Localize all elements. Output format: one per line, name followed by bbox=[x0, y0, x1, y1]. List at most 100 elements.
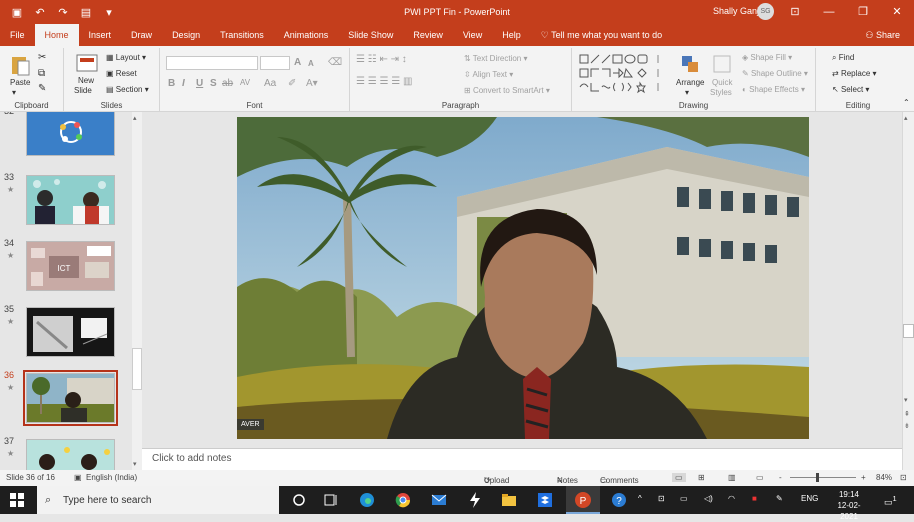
shape-effects-button[interactable]: ◐ Shape Effects ▾ bbox=[742, 85, 805, 94]
quick-styles-label-1[interactable]: Quick bbox=[712, 78, 732, 87]
language-indicator[interactable]: English (India) bbox=[86, 473, 137, 482]
tell-me-search[interactable]: ♡ Tell me what you want to do bbox=[541, 24, 662, 46]
chrome-icon[interactable] bbox=[394, 491, 412, 509]
layout-button[interactable]: ▦ Layout ▾ bbox=[106, 53, 146, 62]
underline-button[interactable]: U bbox=[196, 78, 203, 89]
zoom-level[interactable]: 84% bbox=[876, 473, 892, 482]
char-spacing-button[interactable]: AV bbox=[240, 78, 250, 87]
wifi-icon[interactable]: ◠ bbox=[728, 494, 735, 503]
cut-icon[interactable]: ✂ bbox=[38, 52, 46, 63]
current-slide[interactable]: AVER bbox=[237, 117, 809, 439]
italic-button[interactable]: I bbox=[182, 78, 185, 89]
slideshow-icon[interactable]: ▭ bbox=[756, 473, 764, 482]
tab-file[interactable]: File bbox=[0, 24, 35, 46]
next-slide-icon[interactable]: ⇟ bbox=[904, 422, 910, 430]
paste-dropdown-icon[interactable]: ▾ bbox=[12, 88, 16, 97]
maximize-button[interactable]: ❐ bbox=[846, 0, 880, 24]
highlight-icon[interactable]: ✐ bbox=[288, 78, 296, 89]
copy-icon[interactable]: ⧉ bbox=[38, 68, 45, 79]
previous-slide-icon[interactable]: ⇞ bbox=[904, 410, 910, 418]
dropbox-icon[interactable] bbox=[536, 491, 554, 509]
strikethrough-button[interactable]: ab bbox=[222, 78, 233, 89]
powerpoint-taskbar-button[interactable]: P bbox=[566, 486, 600, 514]
change-case-button[interactable]: Aa bbox=[264, 78, 276, 89]
lightning-app-icon[interactable] bbox=[466, 491, 484, 509]
arrange-icon[interactable] bbox=[680, 54, 702, 76]
thumbnail-image[interactable] bbox=[26, 112, 115, 156]
close-button[interactable]: ✕ bbox=[880, 0, 914, 24]
thumbnail-image-selected[interactable] bbox=[23, 370, 118, 426]
tab-animations[interactable]: Animations bbox=[274, 24, 339, 46]
thumbnails-scrollbar[interactable]: ▴ ▾ bbox=[132, 112, 142, 470]
scroll-up-icon[interactable]: ▴ bbox=[133, 114, 137, 122]
font-color-icon[interactable]: A▾ bbox=[306, 78, 318, 89]
volume-icon[interactable]: ◁) bbox=[704, 494, 713, 503]
bullets-icon[interactable]: ☰ ☷ ⇤ ⇥ ↕ bbox=[356, 54, 407, 65]
file-explorer-icon[interactable] bbox=[500, 491, 518, 509]
find-button[interactable]: ⌕ Find bbox=[832, 53, 854, 63]
scroll-up-icon[interactable]: ▴ bbox=[904, 114, 908, 122]
align-icons[interactable]: ☰ ☰ ☰ ☰ ▥ bbox=[356, 76, 412, 87]
format-painter-icon[interactable]: ✎ bbox=[38, 83, 46, 94]
font-name-combo[interactable] bbox=[166, 56, 258, 70]
ribbon-display-icon[interactable]: ⊡ bbox=[778, 0, 812, 24]
normal-view-icon[interactable]: ▭ bbox=[672, 473, 686, 482]
tab-slide-show[interactable]: Slide Show bbox=[338, 24, 403, 46]
fit-slide-icon[interactable]: ⊡ bbox=[900, 473, 907, 482]
bold-button[interactable]: B bbox=[168, 78, 175, 89]
zoom-slider[interactable] bbox=[790, 477, 856, 478]
avatar[interactable]: SG bbox=[757, 3, 774, 20]
scroll-down-icon[interactable]: ▾ bbox=[133, 460, 137, 468]
thumbnail-image[interactable] bbox=[26, 175, 115, 225]
tab-help[interactable]: Help bbox=[492, 24, 531, 46]
zoom-in-button[interactable]: + bbox=[861, 473, 866, 482]
tab-home[interactable]: Home bbox=[34, 24, 79, 46]
windows-start-icon[interactable] bbox=[10, 493, 24, 507]
tab-insert[interactable]: Insert bbox=[79, 24, 122, 46]
new-slide-label-1[interactable]: New bbox=[78, 76, 94, 85]
tab-draw[interactable]: Draw bbox=[121, 24, 162, 46]
shrink-font-button[interactable]: A bbox=[308, 59, 314, 68]
taskbar-search[interactable]: ⌕ Type here to search bbox=[37, 486, 279, 514]
thumbnail-image[interactable] bbox=[26, 439, 115, 470]
select-button[interactable]: ↖ Select ▾ bbox=[832, 85, 869, 94]
shape-fill-button[interactable]: ◈ Shape Fill ▾ bbox=[742, 53, 792, 62]
meet-now-icon[interactable]: ⊡ bbox=[658, 494, 665, 503]
edge-icon[interactable] bbox=[358, 491, 376, 509]
section-button[interactable]: ▤ Section ▾ bbox=[106, 85, 149, 94]
show-hidden-icons[interactable]: ^ bbox=[638, 494, 642, 503]
reset-button[interactable]: ▣ Reset bbox=[106, 69, 137, 78]
font-size-combo[interactable] bbox=[260, 56, 290, 70]
quick-styles-label-2[interactable]: Styles bbox=[710, 88, 732, 97]
antivirus-icon[interactable]: ■ bbox=[752, 494, 757, 503]
align-text-button[interactable]: ⇳ Align Text ▾ bbox=[464, 70, 513, 79]
new-slide-label-2[interactable]: Slide bbox=[74, 86, 92, 95]
new-slide-icon[interactable] bbox=[76, 54, 98, 72]
minimize-button[interactable]: — bbox=[812, 0, 846, 24]
tab-transitions[interactable]: Transitions bbox=[210, 24, 274, 46]
network-icon[interactable]: ▭ bbox=[680, 494, 688, 503]
shapes-gallery[interactable] bbox=[578, 52, 670, 94]
paste-button[interactable]: Paste bbox=[10, 78, 30, 87]
reading-view-icon[interactable]: ▥ bbox=[728, 473, 736, 482]
tab-review[interactable]: Review bbox=[403, 24, 453, 46]
clock[interactable]: 19:14 12-02-2021 bbox=[832, 489, 866, 522]
language-indicator[interactable]: ENG bbox=[801, 494, 818, 503]
thumbnails-scroll-thumb[interactable] bbox=[132, 348, 142, 390]
shape-outline-button[interactable]: ✎ Shape Outline ▾ bbox=[742, 69, 808, 78]
slide-sorter-icon[interactable]: ⊞ bbox=[698, 473, 705, 482]
pen-workspace-icon[interactable]: ✎ bbox=[776, 494, 783, 503]
collapse-ribbon-icon[interactable]: ⌃ bbox=[903, 98, 910, 107]
quick-styles-icon[interactable] bbox=[712, 54, 732, 74]
help-icon[interactable]: ? bbox=[610, 491, 628, 509]
grow-font-button[interactable]: A bbox=[294, 57, 301, 68]
shadow-button[interactable]: S bbox=[210, 78, 217, 89]
mail-icon[interactable] bbox=[430, 491, 448, 509]
arrange-dropdown-icon[interactable]: ▾ bbox=[685, 88, 689, 97]
zoom-out-button[interactable]: - bbox=[779, 473, 782, 482]
clear-format-icon[interactable]: ⌫ bbox=[328, 57, 342, 68]
paste-icon[interactable] bbox=[10, 54, 30, 76]
arrange-button[interactable]: Arrange bbox=[676, 78, 704, 87]
spell-check-icon[interactable]: ▣ bbox=[74, 473, 82, 482]
zoom-slider-thumb[interactable] bbox=[816, 473, 819, 482]
